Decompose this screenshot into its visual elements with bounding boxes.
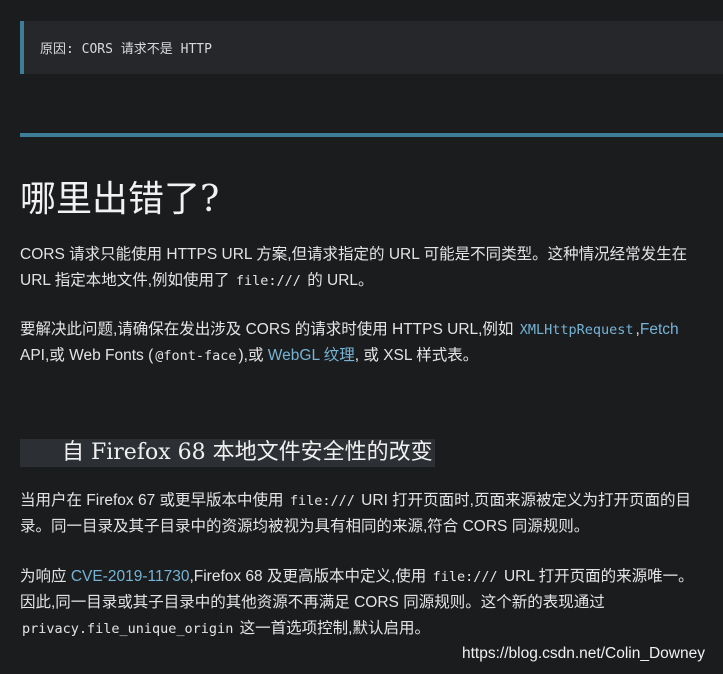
para4-text-2: ,Firefox 68 及更高版本中定义,使用 [189, 568, 431, 585]
webgl-texture-link[interactable]: WebGL 纹理 [268, 347, 355, 364]
paragraph-firefox-67: 当用户在 Firefox 67 或更早版本中使用 file:/// URI 打开… [20, 488, 700, 540]
file-protocol-code: file:/// [432, 569, 498, 585]
cve-link[interactable]: CVE-2019-11730 [71, 568, 190, 585]
blog-watermark: https://blog.csdn.net/Colin_Downey [462, 645, 705, 662]
para2-text-4: ),或 [238, 347, 268, 364]
para4-text-4: 这一首选项控制,默认启用。 [235, 620, 430, 637]
page-heading: 哪里出错了? [20, 179, 220, 220]
para3-text-1: 当用户在 Firefox 67 或更早版本中使用 [20, 492, 288, 509]
file-protocol-code: file:/// [235, 273, 301, 289]
privacy-pref-code: privacy.file_unique_origin [22, 621, 234, 637]
paragraph-what-went-wrong: CORS 请求只能使用 HTTPS URL 方案,但请求指定的 URL 可能是不… [20, 242, 700, 294]
fetch-link[interactable]: Fetch [640, 321, 679, 338]
reason-text: 原因: CORS 请求不是 HTTP [40, 42, 212, 57]
file-protocol-code: file:/// [289, 493, 355, 509]
reason-callout: 原因: CORS 请求不是 HTTP [20, 21, 723, 74]
paragraph-fix: 要解决此问题,请确保在发出涉及 CORS 的请求时使用 HTTPS URL,例如… [20, 317, 700, 369]
xmlhttprequest-link[interactable]: XMLHttpRequest [518, 322, 636, 338]
para2-text-5: , 或 XSL 样式表。 [354, 347, 479, 364]
subheading-highlight: 自 Firefox 68 本地文件安全性的改变 [20, 439, 435, 467]
paragraph-firefox-68: 为响应 CVE-2019-11730,Firefox 68 及更高版本中定义,使… [20, 564, 700, 642]
para2-text-3: API,或 Web Fonts ( [20, 347, 154, 364]
font-face-code: @font-face [155, 348, 237, 364]
subheading-firefox-68: 自 Firefox 68 本地文件安全性的改变 [62, 440, 433, 465]
para4-text-1: 为响应 [20, 568, 71, 585]
para2-text-1: 要解决此问题,请确保在发出涉及 CORS 的请求时使用 HTTPS URL,例如 [20, 321, 518, 338]
para1-text-2: 的 URL。 [302, 272, 374, 289]
section-divider [20, 133, 723, 137]
